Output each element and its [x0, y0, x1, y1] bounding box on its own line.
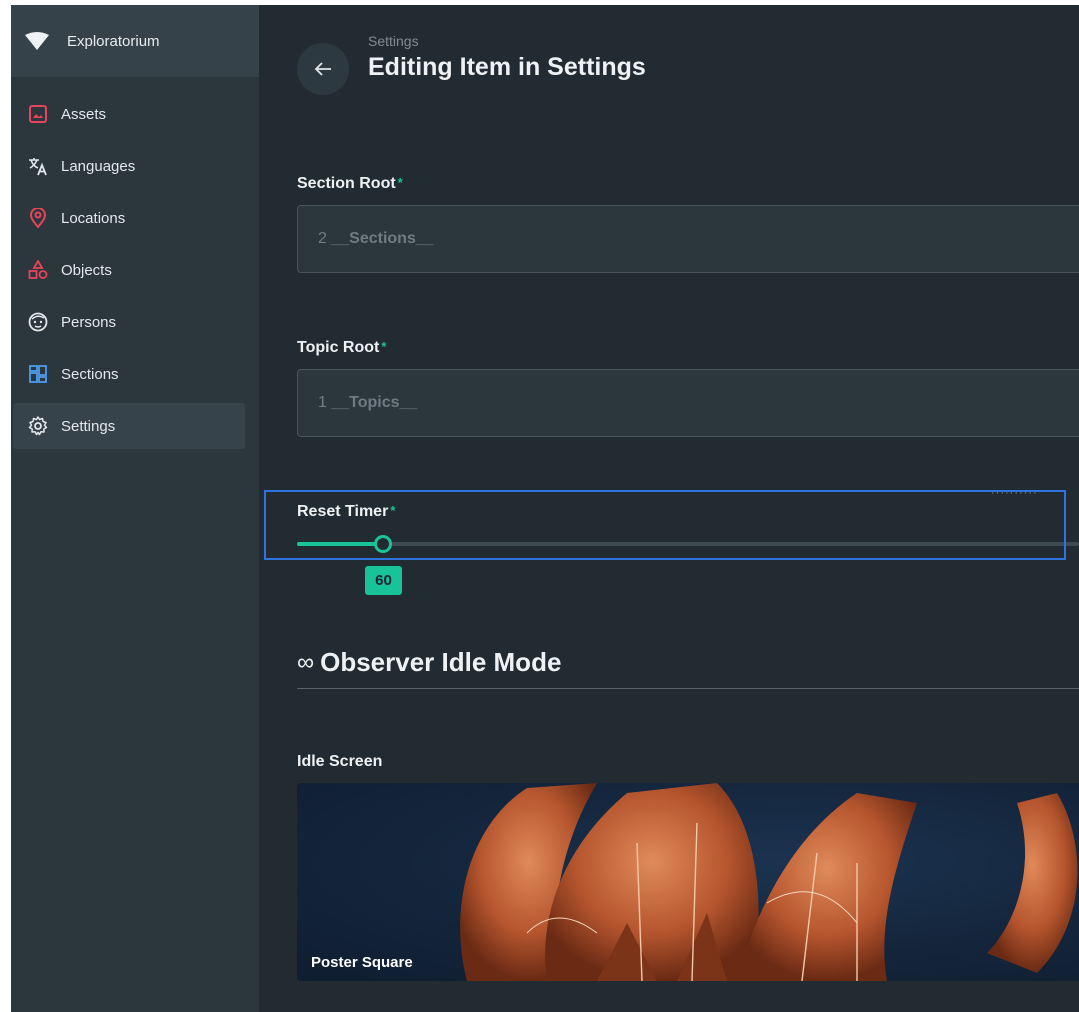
sidebar-item-label: Languages — [61, 157, 136, 175]
dashboard-icon — [27, 363, 49, 385]
required-mark: * — [397, 175, 403, 190]
sidebar-nav: Assets Languages Locations Objects Perso… — [11, 77, 259, 449]
observer-heading-text: Observer Idle Mode — [320, 647, 562, 677]
select-value-name: __Sections__ — [331, 230, 434, 247]
wifi-logo-icon — [25, 32, 49, 50]
reset-timer-label: Reset Timer * — [297, 503, 395, 521]
topic-root-label-text: Topic Root — [297, 339, 380, 356]
observer-idle-mode-heading: ∞ Observer Idle Mode — [297, 647, 561, 678]
app-window: Exploratorium Assets Languages Locations — [11, 5, 1079, 1012]
topic-root-label: Topic Root * — [297, 339, 386, 357]
topic-root-select[interactable]: 1 __Topics__ — [297, 369, 1079, 437]
sidebar-item-settings[interactable]: Settings — [13, 403, 245, 449]
translate-icon — [27, 155, 49, 177]
divider-dots: ·········· — [991, 487, 1038, 499]
sidebar-item-objects[interactable]: Objects — [13, 247, 245, 293]
reset-timer-slider-track[interactable] — [297, 542, 1079, 546]
brand-name: Exploratorium — [67, 32, 160, 50]
reset-timer-value-badge: 60 — [365, 566, 403, 595]
sidebar-item-persons[interactable]: Persons — [13, 299, 245, 345]
idle-screen-image[interactable]: Poster Square — [297, 783, 1079, 981]
sidebar-item-label: Objects — [61, 261, 112, 279]
shapes-icon — [27, 259, 49, 281]
gear-icon — [27, 415, 49, 437]
page-title: Editing Item in Settings — [368, 53, 646, 81]
reset-timer-slider-fill — [297, 542, 384, 546]
sidebar-item-label: Locations — [61, 209, 126, 227]
select-value-id: 2 — [318, 230, 327, 247]
sidebar: Exploratorium Assets Languages Locations — [11, 5, 259, 1012]
image-caption: Poster Square — [311, 954, 413, 971]
section-divider — [297, 688, 1079, 689]
required-mark: * — [390, 503, 396, 518]
sidebar-item-assets[interactable]: Assets — [13, 91, 245, 137]
sidebar-item-sections[interactable]: Sections — [13, 351, 245, 397]
section-root-label: Section Root * — [297, 175, 403, 193]
infinity-icon: ∞ — [297, 648, 315, 676]
arrow-left-icon — [314, 62, 331, 76]
select-value-id: 1 — [318, 394, 327, 411]
sidebar-item-label: Settings — [61, 417, 116, 435]
sidebar-item-label: Persons — [61, 313, 117, 331]
sidebar-item-label: Assets — [61, 105, 107, 123]
breadcrumb[interactable]: Settings — [368, 33, 419, 49]
main-content: Settings Editing Item in Settings Sectio… — [259, 5, 1079, 1012]
back-button[interactable] — [297, 43, 349, 95]
idle-screen-label: Idle Screen — [297, 753, 383, 770]
section-root-select[interactable]: 2 __Sections__ — [297, 205, 1079, 273]
image-icon — [27, 103, 49, 125]
select-value-name: __Topics__ — [331, 394, 418, 411]
reset-timer-label-text: Reset Timer — [297, 503, 389, 520]
required-mark: * — [381, 339, 387, 354]
sidebar-item-label: Sections — [61, 365, 119, 383]
face-icon — [27, 311, 49, 333]
poster-image — [460, 783, 1078, 981]
brand[interactable]: Exploratorium — [11, 5, 259, 77]
sidebar-item-locations[interactable]: Locations — [13, 195, 245, 241]
sidebar-item-languages[interactable]: Languages — [13, 143, 245, 189]
section-root-label-text: Section Root — [297, 175, 396, 192]
map-pin-icon — [27, 207, 49, 229]
reset-timer-slider-thumb[interactable] — [374, 535, 393, 553]
